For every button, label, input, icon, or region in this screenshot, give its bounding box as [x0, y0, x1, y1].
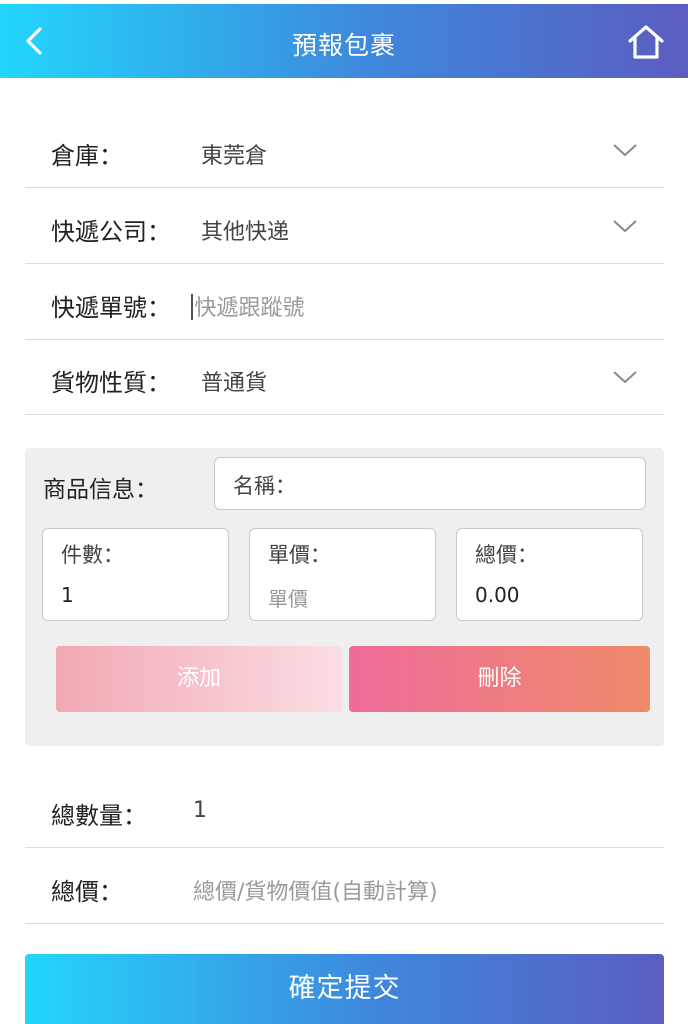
unit-price-input[interactable]: 單價： 單價 [249, 528, 436, 621]
page: 預報包裹 倉庫： 東莞倉 快遞公司： 其他快递 快遞單號： 快遞跟蹤號 貨物性質… [0, 0, 688, 1024]
goods-label: 商品信息： [43, 477, 158, 503]
quantity-label: 件數： [61, 543, 124, 567]
chevron-down-icon[interactable] [612, 140, 638, 160]
delete-button[interactable]: 刪除 [349, 646, 650, 712]
header-bar: 預報包裹 [0, 4, 688, 78]
courier-label: 快遞公司： [51, 218, 171, 246]
unit-price-placeholder: 單價 [268, 587, 308, 611]
add-button[interactable]: 添加 [56, 646, 342, 712]
warehouse-row[interactable]: 倉庫： 東莞倉 [25, 112, 664, 188]
total-price-input[interactable]: 總價/貨物價值(自動計算) [193, 874, 438, 906]
cargo-type-label: 貨物性質： [51, 369, 171, 397]
item-total-price-value: 0.00 [475, 583, 520, 607]
quantity-input[interactable]: 件數： 1 [42, 528, 229, 621]
text-caret [191, 294, 193, 320]
home-icon[interactable] [626, 22, 666, 62]
courier-row[interactable]: 快遞公司： 其他快递 [25, 188, 664, 264]
tracking-input[interactable]: 快遞跟蹤號 [191, 290, 305, 322]
unit-price-label: 單價： [268, 543, 331, 567]
tracking-placeholder: 快遞跟蹤號 [194, 296, 305, 321]
chevron-down-icon[interactable] [612, 367, 638, 387]
courier-select[interactable]: 其他快递 [201, 214, 289, 246]
total-price-row: 總價： 總價/貨物價值(自動計算) [25, 848, 664, 924]
cargo-type-select[interactable]: 普通貨 [201, 365, 267, 397]
item-total-price-input[interactable]: 總價： 0.00 [456, 528, 643, 621]
submit-button[interactable]: 確定提交 [25, 954, 664, 1024]
total-quantity-row: 總數量： 1 [25, 772, 664, 848]
tracking-row: 快遞單號： 快遞跟蹤號 [25, 264, 664, 340]
warehouse-select[interactable]: 東莞倉 [201, 138, 267, 170]
goods-name-label: 名稱： [233, 474, 296, 498]
total-price-label: 總價： [51, 878, 123, 906]
total-quantity-value: 1 [193, 798, 207, 823]
tracking-label: 快遞單號： [51, 294, 171, 322]
quantity-value: 1 [61, 583, 74, 607]
goods-name-input[interactable]: 名稱： [214, 457, 646, 510]
item-total-price-label: 總價： [475, 543, 538, 567]
goods-panel: 商品信息： 名稱： 件數： 1 單價： 單價 總價： 0.00 添加 刪除 [25, 448, 664, 746]
warehouse-label: 倉庫： [51, 142, 123, 170]
page-title: 預報包裹 [291, 31, 396, 60]
cargo-type-row[interactable]: 貨物性質： 普通貨 [25, 339, 664, 415]
chevron-down-icon[interactable] [612, 216, 638, 236]
total-quantity-label: 總數量： [51, 802, 147, 830]
